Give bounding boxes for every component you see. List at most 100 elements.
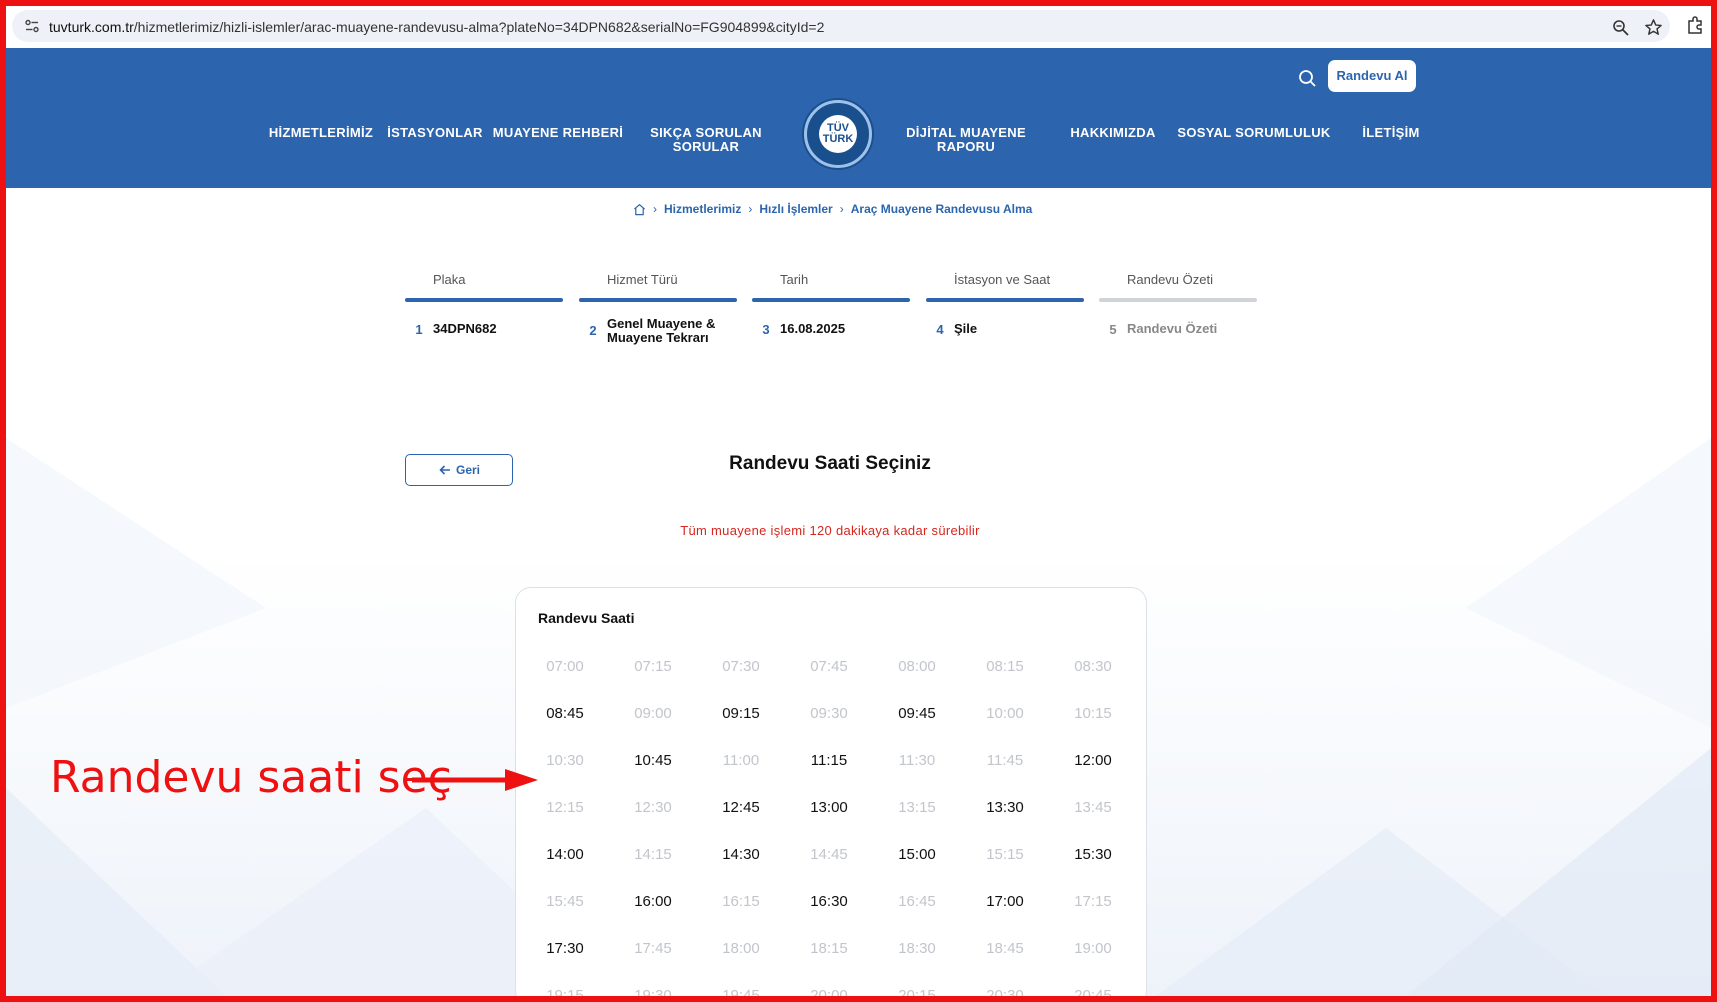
step-title: Randevu Özeti xyxy=(1127,272,1213,287)
breadcrumb-hizli-islemler[interactable]: Hızlı İşlemler xyxy=(759,202,832,216)
step-body: 2 Genel Muayene & Muayene Tekrarı xyxy=(579,317,737,345)
time-slot-0915[interactable]: 09:15 xyxy=(697,705,785,722)
card-title: Randevu Saati xyxy=(538,610,635,626)
url-host: tuvturk.com.tr xyxy=(49,19,134,35)
step-number: 5 xyxy=(1109,322,1117,337)
breadcrumb-current: Araç Muayene Randevusu Alma xyxy=(850,202,1033,216)
time-slot-1915: 19:15 xyxy=(546,987,584,1002)
arrow-left-icon xyxy=(439,465,450,475)
time-slot-2045: 20:45 xyxy=(1074,987,1112,1002)
nav-iletisim[interactable]: İLETİŞİM xyxy=(1346,126,1436,140)
time-slot-card: Randevu Saati 07:00 07:15 07:30 07:45 08:00 0… xyxy=(515,587,1147,1002)
logo-text-bottom: TÜRK xyxy=(822,133,854,145)
time-slot-1045[interactable]: 10:45 xyxy=(609,752,697,769)
step-number: 3 xyxy=(762,322,770,337)
url-text[interactable]: tuvturk.com.tr/hizmetlerimiz/hizli-islem… xyxy=(49,19,824,35)
time-slot-1630[interactable]: 16:30 xyxy=(785,893,873,910)
step-number: 2 xyxy=(589,323,597,338)
time-slot-1500[interactable]: 15:00 xyxy=(873,846,961,863)
logo-mark: TÜV TÜRK xyxy=(819,115,857,153)
time-slot-1100: 11:00 xyxy=(722,752,760,769)
url-path: /hizmetlerimiz/hizli-islemler/arac-muaye… xyxy=(133,19,825,35)
nav-sosyal-sorumluluk[interactable]: SOSYAL SORUMLULUK xyxy=(1174,126,1334,140)
time-slot-1615: 16:15 xyxy=(722,893,760,910)
time-slot-1200[interactable]: 12:00 xyxy=(1049,752,1137,769)
time-slot-1015: 10:15 xyxy=(1074,705,1112,722)
time-slot-1545: 15:45 xyxy=(546,893,584,910)
time-slot-1600[interactable]: 16:00 xyxy=(609,893,697,910)
time-slot-0715: 07:15 xyxy=(634,658,672,675)
step-randevu-ozeti: Randevu Özeti 5 Randevu Özeti xyxy=(1099,272,1257,337)
annotation-label: Randevu saati seç xyxy=(50,752,452,803)
nav-sikca-sorulan-sorular[interactable]: SIKÇA SORULAN SORULAR xyxy=(646,126,766,154)
nav-hakkimizda[interactable]: HAKKIMIZDA xyxy=(1058,126,1168,140)
time-slot-2015: 20:15 xyxy=(898,987,936,1002)
time-slot-0700: 07:00 xyxy=(546,658,584,675)
search-icon[interactable] xyxy=(1296,67,1318,89)
time-slot-1730[interactable]: 17:30 xyxy=(521,940,609,957)
time-slot-1000: 10:00 xyxy=(986,705,1024,722)
step-title: Plaka xyxy=(433,272,466,287)
time-slot-1245[interactable]: 12:45 xyxy=(697,799,785,816)
step-body: 4 Şile xyxy=(926,322,1084,338)
chevron-right-icon: › xyxy=(748,202,753,216)
time-slot-2000: 20:00 xyxy=(810,987,848,1002)
time-slot-1445: 14:45 xyxy=(810,846,848,863)
step-progress-bar xyxy=(579,298,737,302)
step-number: 1 xyxy=(415,322,423,337)
step-title: Hizmet Türü xyxy=(607,272,678,287)
time-slot-1800: 18:00 xyxy=(722,940,760,957)
tuvturk-logo[interactable]: TÜV TÜRK xyxy=(804,100,872,168)
time-slot-0730: 07:30 xyxy=(722,658,760,675)
time-slot-0800: 08:00 xyxy=(898,658,936,675)
step-progress-bar xyxy=(1099,298,1257,302)
zoom-icon[interactable] xyxy=(1612,19,1630,37)
site-settings-icon[interactable] xyxy=(24,18,40,34)
randevu-al-button[interactable]: Randevu Al xyxy=(1328,60,1416,92)
nav-istasyonlar[interactable]: İSTASYONLAR xyxy=(380,126,490,140)
breadcrumb: › Hizmetlerimiz › Hızlı İşlemler › Araç … xyxy=(633,201,1032,217)
step-value: 16.08.2025 xyxy=(780,321,846,336)
step-title: İstasyon ve Saat xyxy=(954,272,1051,287)
time-slot-1115[interactable]: 11:15 xyxy=(785,752,873,769)
time-slot-0845[interactable]: 08:45 xyxy=(521,705,609,722)
time-slot-1900: 19:00 xyxy=(1074,940,1112,957)
time-slot-0945[interactable]: 09:45 xyxy=(873,705,961,722)
chevron-right-icon: › xyxy=(653,202,657,216)
back-button-label: Geri xyxy=(455,463,480,477)
time-slot-1145: 11:45 xyxy=(986,752,1024,769)
step-plaka[interactable]: Plaka 1 34DPN682 xyxy=(405,272,563,337)
step-tarih[interactable]: Tarih 3 16.08.2025 xyxy=(752,272,910,337)
time-slot-1400[interactable]: 14:00 xyxy=(521,846,609,863)
time-slot-1515: 15:15 xyxy=(986,846,1024,863)
extensions-icon[interactable] xyxy=(1686,16,1704,34)
step-value: 34DPN682 xyxy=(433,321,497,336)
nav-muayene-rehberi[interactable]: MUAYENE REHBERİ xyxy=(488,126,628,140)
time-slot-1415: 14:15 xyxy=(634,846,672,863)
nav-hizmetlerimiz[interactable]: HİZMETLERİMİZ xyxy=(256,126,386,140)
time-slot-1930: 19:30 xyxy=(634,987,672,1002)
time-slot-1715: 17:15 xyxy=(1074,893,1112,910)
step-progress-bar xyxy=(926,298,1084,302)
time-slot-1345: 13:45 xyxy=(1074,799,1112,816)
nav-dijital-muayene-raporu[interactable]: DİJİTAL MUAYENE RAPORU xyxy=(896,126,1036,154)
back-button[interactable]: Geri xyxy=(405,454,513,486)
time-slot-1330[interactable]: 13:30 xyxy=(961,799,1049,816)
chevron-right-icon: › xyxy=(839,202,844,216)
time-slot-1700[interactable]: 17:00 xyxy=(961,893,1049,910)
step-body: 5 Randevu Özeti xyxy=(1099,322,1257,338)
site-header: Randevu Al HİZMETLERİMİZ İSTASYONLAR MUA… xyxy=(6,48,1711,188)
time-slot-1300[interactable]: 13:00 xyxy=(785,799,873,816)
step-title: Tarih xyxy=(780,272,809,287)
home-icon[interactable] xyxy=(633,203,646,216)
step-istasyon-ve-saat[interactable]: İstasyon ve Saat 4 Şile xyxy=(926,272,1084,337)
step-hizmet-turu[interactable]: Hizmet Türü 2 Genel Muayene & Muayene Te… xyxy=(579,272,737,345)
bookmark-star-icon[interactable] xyxy=(1644,18,1663,37)
address-bar[interactable]: tuvturk.com.tr/hizmetlerimiz/hizli-islem… xyxy=(12,10,1670,42)
time-slot-1745: 17:45 xyxy=(634,940,672,957)
time-slot-1645: 16:45 xyxy=(898,893,936,910)
time-slot-1430[interactable]: 14:30 xyxy=(697,846,785,863)
step-number: 4 xyxy=(936,322,944,337)
breadcrumb-hizmetlerimiz[interactable]: Hizmetlerimiz xyxy=(664,202,741,216)
time-slot-1530[interactable]: 15:30 xyxy=(1049,846,1137,863)
